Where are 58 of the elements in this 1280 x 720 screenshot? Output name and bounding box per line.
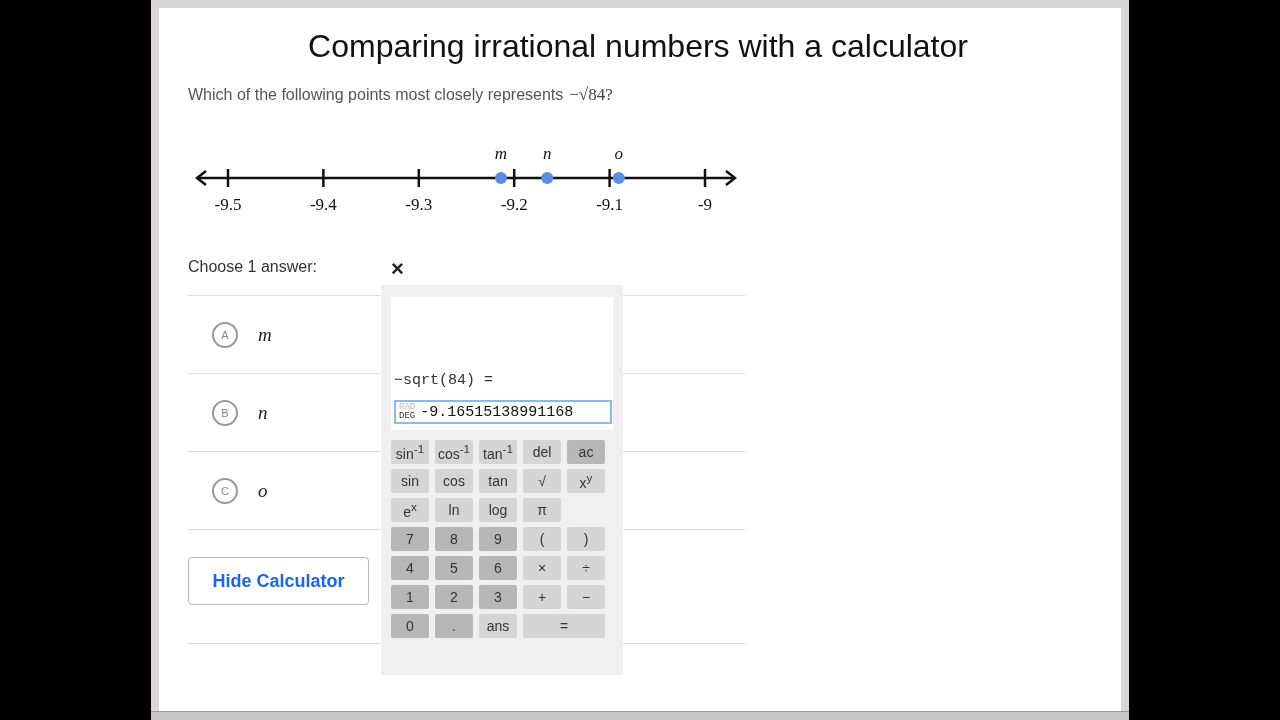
choice-text: o xyxy=(258,479,268,502)
calculator-key[interactable]: sin$^{-1}$ xyxy=(391,440,429,464)
tick-label: -9.4 xyxy=(309,195,337,214)
calculator-key[interactable]: 3 xyxy=(479,585,517,609)
page-title: Comparing irrational numbers with a calculator xyxy=(307,28,969,65)
point-label: o xyxy=(614,144,624,163)
tick-label: -9.1 xyxy=(596,195,624,214)
tick-label: -9.2 xyxy=(500,195,528,214)
tick-label: -9.3 xyxy=(405,195,433,214)
choice-letter: C xyxy=(212,477,238,504)
calculator-key[interactable]: √ xyxy=(523,469,561,493)
choice-letter: A xyxy=(212,321,238,348)
calculator-key[interactable]: 2 xyxy=(435,585,473,609)
result-value: -9.16515138991168 xyxy=(420,403,574,421)
hide-calculator-button[interactable]: Hide Calculator xyxy=(188,557,369,605)
calculator-key[interactable]: sin xyxy=(391,469,429,493)
calculator-key[interactable]: ( xyxy=(523,527,561,551)
question-text: Which of the following points most closely represents xyxy=(188,86,564,104)
calculator-key[interactable]: 6 xyxy=(479,556,517,580)
calculator-key[interactable]: + xyxy=(523,585,561,609)
calculator-key[interactable]: tan$^{-1}$ xyxy=(479,440,517,464)
mode-label: DEG xyxy=(399,412,416,421)
calculator-key[interactable]: del xyxy=(523,440,561,464)
choice-text: m xyxy=(258,323,272,346)
mode-label: RAD xyxy=(399,403,416,412)
calculator-key[interactable]: 0 xyxy=(391,614,429,638)
calculator-key[interactable]: 7 xyxy=(391,527,429,551)
tick-label: -9.5 xyxy=(214,195,242,214)
calculator-key[interactable]: ÷ xyxy=(567,556,605,580)
calculator-key[interactable]: 4 xyxy=(391,556,429,580)
choice-text: n xyxy=(258,401,268,424)
calculator-key[interactable]: log xyxy=(479,498,517,522)
answer-prompt: Choose 1 answer: xyxy=(188,258,317,276)
calculator-key[interactable]: cos xyxy=(435,469,473,493)
question-math: −√84? xyxy=(569,85,613,105)
calculator-key[interactable]: − xyxy=(567,585,605,609)
point-label: m xyxy=(494,144,508,163)
calculator-key[interactable]: ) xyxy=(567,527,605,551)
calculator-key[interactable]: × xyxy=(523,556,561,580)
calculator-key[interactable]: 5 xyxy=(435,556,473,580)
calculator-key[interactable]: 9 xyxy=(479,527,517,551)
choice-letter: B xyxy=(212,399,238,426)
calculator-key[interactable]: cos$^{-1}$ xyxy=(435,440,473,464)
expression-text: −sqrt(84) = xyxy=(394,372,494,389)
calculator-key[interactable]: ac xyxy=(567,440,605,464)
calculator-key[interactable]: . xyxy=(435,614,473,638)
calculator-key[interactable]: π xyxy=(523,498,561,522)
calculator-key[interactable]: 8 xyxy=(435,527,473,551)
calculator-key[interactable]: 1 xyxy=(391,585,429,609)
point-label: n xyxy=(543,144,552,163)
calculator-key[interactable]: e$^{x}$ xyxy=(391,498,429,522)
calculator-key[interactable]: tan xyxy=(479,469,517,493)
calculator-key[interactable]: x$^{y}$ xyxy=(567,469,605,493)
calculator-key[interactable]: ln xyxy=(435,498,473,522)
close-button[interactable]: × xyxy=(387,256,408,282)
calculator-key[interactable]: = xyxy=(523,614,605,638)
calculator-key[interactable]: ans xyxy=(479,614,517,638)
tick-label: -9 xyxy=(697,195,713,214)
